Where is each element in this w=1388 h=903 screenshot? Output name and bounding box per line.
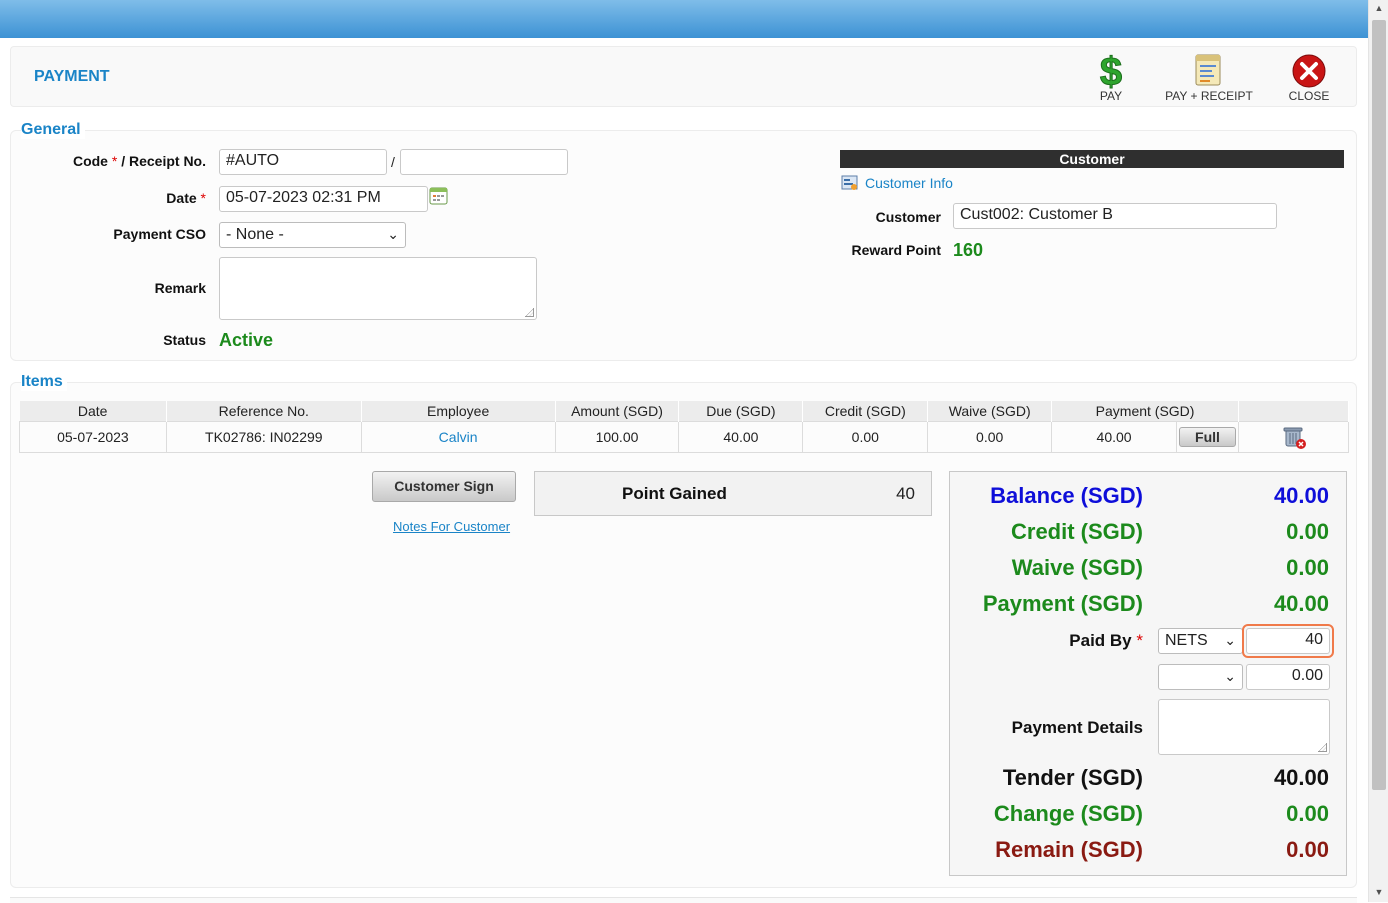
pay-receipt-label: PAY + RECEIPT <box>1165 89 1253 103</box>
cell-employee-link[interactable]: Calvin <box>360 420 556 453</box>
paid-by-method-2-select[interactable]: ⌄ <box>1158 664 1243 690</box>
waive-value: 0.00 <box>1286 555 1329 580</box>
delete-bin-icon[interactable] <box>1281 424 1307 450</box>
payment-label: Payment (SGD) <box>982 591 1143 616</box>
status-value: Active <box>219 330 274 350</box>
balance-value: 40.00 <box>1273 483 1329 508</box>
cell-waive: 0.00 <box>927 420 1053 453</box>
reward-point-value: 160 <box>953 240 984 260</box>
paid-by-amount-2-input[interactable]: 0.00 <box>1246 664 1330 690</box>
table-row: 05-07-2023 TK02786: IN02299 Calvin 100.0… <box>19 420 1349 453</box>
paid-by-amount-input[interactable]: 40 <box>1246 628 1330 654</box>
scrollbar-thumb[interactable] <box>1372 20 1386 790</box>
code-input[interactable]: #AUTO <box>219 149 387 175</box>
cell-credit: 0.00 <box>802 420 929 453</box>
items-header-row: Date Reference No. Employee Amount (SGD)… <box>19 401 1349 421</box>
scroll-down-icon[interactable]: ▼ <box>1369 884 1388 900</box>
code-separator: / <box>391 154 395 170</box>
cell-full: Full <box>1176 420 1239 453</box>
paid-by-method-select[interactable]: NETS ⌄ <box>1158 628 1243 654</box>
cell-delete <box>1238 420 1349 453</box>
resize-grip-icon[interactable] <box>1318 743 1327 752</box>
col-amount: Amount (SGD) <box>555 401 680 421</box>
col-date: Date <box>19 401 167 421</box>
footer-divider <box>10 897 1357 903</box>
payment-details-label: Payment Details <box>1011 718 1143 737</box>
general-legend: General <box>21 121 85 139</box>
notes-for-customer-link[interactable]: Notes For Customer <box>393 519 510 534</box>
col-reference: Reference No. <box>166 401 362 421</box>
customer-info-link[interactable]: Customer Info <box>865 175 953 191</box>
payment-cso-label: Payment CSO <box>113 226 206 242</box>
col-due: Due (SGD) <box>678 401 804 421</box>
items-table: Date Reference No. Employee Amount (SGD)… <box>19 401 1349 453</box>
tender-label: Tender (SGD) <box>1002 765 1143 790</box>
svg-text:$: $ <box>1100 51 1122 89</box>
pay-button[interactable]: $ PAY <box>1090 51 1132 103</box>
cell-payment: 40.00 <box>1051 420 1178 453</box>
chevron-down-icon: ⌄ <box>1224 668 1236 684</box>
chevron-down-icon: ⌄ <box>1224 632 1236 648</box>
chevron-down-icon: ⌄ <box>387 226 399 242</box>
customer-input[interactable]: Cust002: Customer B <box>953 203 1277 229</box>
point-gained-box: Point Gained 40 <box>534 471 932 516</box>
pay-label: PAY <box>1099 89 1123 103</box>
customer-sign-button[interactable]: Customer Sign <box>372 471 516 502</box>
close-label: CLOSE <box>1288 89 1330 103</box>
payment-cso-select[interactable]: - None - ⌄ <box>219 222 406 248</box>
receipt-no-input[interactable] <box>400 149 568 175</box>
pay-receipt-button[interactable]: PAY + RECEIPT <box>1159 51 1259 103</box>
dollar-icon: $ <box>1099 51 1122 89</box>
close-button[interactable]: CLOSE <box>1285 51 1333 103</box>
col-credit: Credit (SGD) <box>802 401 929 421</box>
payment-details-textarea[interactable] <box>1158 699 1330 755</box>
vertical-scrollbar[interactable]: ▲ ▼ <box>1368 0 1388 902</box>
page-title: PAYMENT <box>34 68 110 85</box>
payment-value: 40.00 <box>1273 591 1329 616</box>
top-banner <box>0 0 1368 38</box>
col-payment: Payment (SGD) <box>1051 401 1239 421</box>
resize-grip-icon[interactable] <box>525 308 534 317</box>
point-gained-label: Point Gained <box>622 484 727 503</box>
change-value: 0.00 <box>1286 801 1329 826</box>
close-icon <box>1292 54 1326 88</box>
cell-due: 40.00 <box>678 420 804 453</box>
col-actions <box>1238 401 1349 421</box>
change-label: Change (SGD) <box>993 801 1143 826</box>
cell-date: 05-07-2023 <box>19 420 167 453</box>
point-gained-value: 40 <box>896 484 915 503</box>
customer-label: Customer <box>875 209 941 225</box>
col-waive: Waive (SGD) <box>927 401 1053 421</box>
customer-header: Customer <box>840 150 1344 168</box>
header-panel: PAYMENT $ PAY PAY + RECEIPT CLOSE <box>10 46 1357 107</box>
summary-panel: Balance (SGD) 40.00 Credit (SGD) 0.00 Wa… <box>949 471 1347 876</box>
date-input[interactable]: 05-07-2023 02:31 PM <box>219 186 428 212</box>
credit-value: 0.00 <box>1286 519 1329 544</box>
reward-point-label: Reward Point <box>851 242 941 258</box>
balance-label: Balance (SGD) <box>990 483 1143 508</box>
col-employee: Employee <box>361 401 556 421</box>
date-label: Date * <box>166 190 206 206</box>
tender-value: 40.00 <box>1273 765 1329 790</box>
full-button[interactable]: Full <box>1179 426 1236 447</box>
remain-value: 0.00 <box>1286 837 1329 862</box>
status-label: Status <box>163 332 206 348</box>
remark-textarea[interactable] <box>219 257 537 320</box>
calendar-icon[interactable] <box>429 186 448 205</box>
paid-by-label: Paid By * <box>1069 631 1143 650</box>
customer-info-icon[interactable] <box>841 174 859 192</box>
waive-label: Waive (SGD) <box>1011 555 1143 580</box>
code-label: Code * / Receipt No. <box>72 153 206 169</box>
remain-label: Remain (SGD) <box>995 837 1143 862</box>
items-legend: Items <box>21 373 67 391</box>
cell-amount: 100.00 <box>554 420 680 453</box>
scroll-up-icon[interactable]: ▲ <box>1369 0 1388 16</box>
remark-label: Remark <box>154 280 206 296</box>
receipt-icon <box>1195 54 1221 86</box>
cell-reference: TK02786: IN02299 <box>165 420 362 453</box>
credit-label: Credit (SGD) <box>1011 519 1143 544</box>
